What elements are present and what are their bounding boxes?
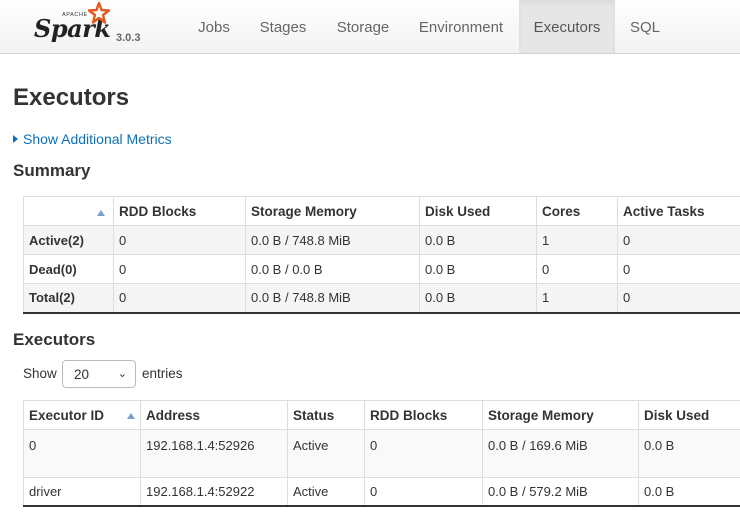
summary-row-active: Active(2) 0 0.0 B / 748.8 MiB 0.0 B 1 0 <box>23 225 740 255</box>
executors-col-rdd-blocks[interactable]: RDD Blocks <box>364 400 483 430</box>
summary-row-label: Active(2) <box>23 225 114 255</box>
summary-cell: 0 <box>113 283 246 313</box>
summary-cell: 0.0 B / 748.8 MiB <box>245 283 420 313</box>
disk-used-cell: 0.0 B <box>638 429 740 478</box>
table-row: 0 192.168.1.4:52926 Active 0 0.0 B / 169… <box>23 429 740 478</box>
summary-cell: 0.0 B / 0.0 B <box>245 254 420 284</box>
status-cell: Active <box>287 429 365 478</box>
executors-header-row: Executor ID Address Status RDD Blocks St… <box>23 400 740 430</box>
executors-col-disk-used[interactable]: Disk Used <box>638 400 740 430</box>
table-row: driver 192.168.1.4:52922 Active 0 0.0 B … <box>23 477 740 507</box>
show-additional-metrics-label: Show Additional Metrics <box>23 131 172 147</box>
summary-cell: 1 <box>536 283 618 313</box>
summary-cell: 0.0 B <box>419 283 537 313</box>
summary-table: RDD Blocks Storage Memory Disk Used Core… <box>23 196 740 314</box>
summary-row-dead: Dead(0) 0 0.0 B / 0.0 B 0.0 B 0 0 <box>23 254 740 284</box>
executor-id-cell: driver <box>23 477 141 507</box>
entries-select-value: 20 <box>74 367 90 382</box>
storage-memory-cell: 0.0 B / 579.2 MiB <box>482 477 639 507</box>
rdd-blocks-cell: 0 <box>364 477 483 507</box>
tab-storage[interactable]: Storage <box>328 0 398 53</box>
summary-header-row: RDD Blocks Storage Memory Disk Used Core… <box>23 196 740 226</box>
spark-logo[interactable]: APACHE Spark 3.0.3 <box>28 2 148 50</box>
summary-row-label: Dead(0) <box>23 254 114 284</box>
entries-per-page-select[interactable]: 20 ⌄ <box>62 360 136 388</box>
summary-cell: 0 <box>113 254 246 284</box>
tab-sql[interactable]: SQL <box>620 0 670 53</box>
summary-col-disk-used[interactable]: Disk Used <box>419 196 537 226</box>
storage-memory-cell: 0.0 B / 169.6 MiB <box>482 429 639 478</box>
executors-col-status[interactable]: Status <box>287 400 365 430</box>
summary-cell: 0 <box>113 225 246 255</box>
tab-executors[interactable]: Executors <box>519 0 615 53</box>
show-additional-metrics-link[interactable]: Show Additional Metrics <box>13 131 172 147</box>
summary-cell: 0 <box>617 225 740 255</box>
summary-cell: 0.0 B / 748.8 MiB <box>245 225 420 255</box>
summary-sort-header[interactable] <box>23 196 114 226</box>
summary-row-label: Total(2) <box>23 283 114 313</box>
sort-ascending-icon <box>97 209 105 216</box>
summary-cell: 1 <box>536 225 618 255</box>
caret-right-icon <box>13 135 18 143</box>
chevron-down-icon: ⌄ <box>117 368 127 380</box>
summary-cell: 0 <box>617 283 740 313</box>
spark-version: 3.0.3 <box>116 32 141 44</box>
entries-label: entries <box>142 366 183 381</box>
status-cell: Active <box>287 477 365 507</box>
executors-heading: Executors <box>13 330 96 349</box>
summary-cell: 0.0 B <box>419 225 537 255</box>
tab-environment[interactable]: Environment <box>410 0 512 53</box>
summary-col-storage-memory[interactable]: Storage Memory <box>245 196 420 226</box>
tab-stages[interactable]: Stages <box>250 0 316 53</box>
disk-used-cell: 0.0 B <box>638 477 740 507</box>
executor-id-cell: 0 <box>23 429 141 478</box>
executors-col-address[interactable]: Address <box>140 400 288 430</box>
spark-star-icon <box>88 2 110 24</box>
top-navbar: APACHE Spark 3.0.3 Jobs Stages Storage E… <box>0 0 740 54</box>
summary-col-active-tasks[interactable]: Active Tasks <box>617 196 740 226</box>
address-cell: 192.168.1.4:52926 <box>140 429 288 478</box>
show-label: Show <box>23 366 57 381</box>
executors-col-storage-memory[interactable]: Storage Memory <box>482 400 639 430</box>
summary-row-total: Total(2) 0 0.0 B / 748.8 MiB 0.0 B 1 0 <box>23 283 740 313</box>
summary-col-cores[interactable]: Cores <box>536 196 618 226</box>
summary-heading: Summary <box>13 161 91 180</box>
executor-id-header-label: Executor ID <box>29 407 105 423</box>
tab-jobs[interactable]: Jobs <box>186 0 242 53</box>
executors-col-executor-id[interactable]: Executor ID <box>23 400 141 430</box>
rdd-blocks-cell: 0 <box>364 429 483 478</box>
summary-cell: 0.0 B <box>419 254 537 284</box>
page-title: Executors <box>13 84 130 111</box>
summary-cell: 0 <box>536 254 618 284</box>
sort-ascending-icon <box>127 412 135 419</box>
summary-col-rdd-blocks[interactable]: RDD Blocks <box>113 196 246 226</box>
summary-cell: 0 <box>617 254 740 284</box>
address-cell: 192.168.1.4:52922 <box>140 477 288 507</box>
executors-table: Executor ID Address Status RDD Blocks St… <box>23 400 740 507</box>
